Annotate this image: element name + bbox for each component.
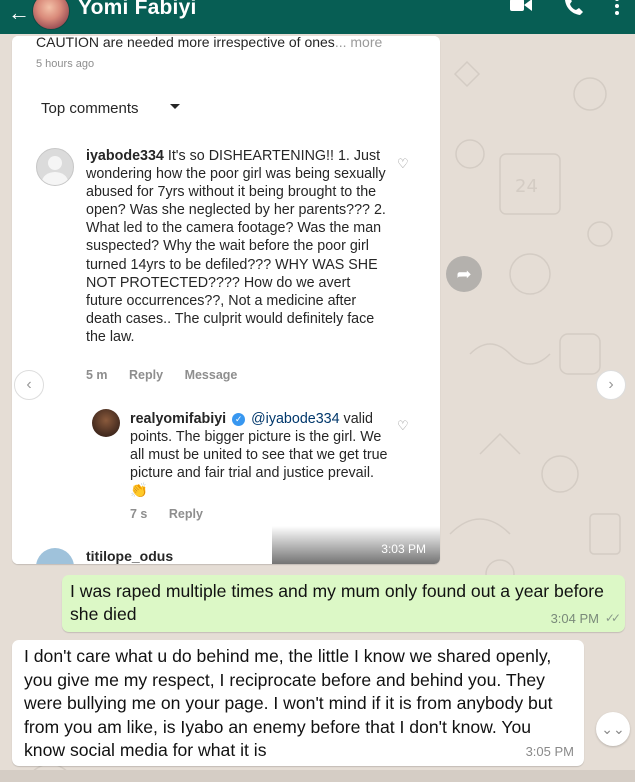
outgoing-message-time: 3:04 PM <box>550 611 599 626</box>
comment-time: 5 m <box>86 368 108 382</box>
reply-reply-link: Reply <box>168 507 203 521</box>
instagram-screenshot: CAUTION are needed more irrespective of … <box>16 36 436 564</box>
phone-icon[interactable] <box>564 0 584 21</box>
reply-text: realyomifabiyi ✓ @iyabode334 valid point… <box>130 411 388 500</box>
verified-badge-icon: ✓ <box>232 413 246 426</box>
heart-icon: ♡ <box>397 418 409 433</box>
contact-name[interactable]: Yomi Fabiyi <box>78 0 197 20</box>
commenter-avatar <box>36 148 74 186</box>
chevron-right-icon[interactable]: › <box>596 370 626 400</box>
outgoing-message-text: I was raped multiple times and my mum on… <box>70 581 604 624</box>
image-message-time: 3:03 PM <box>381 542 426 556</box>
incoming-message-text: I don't care what u do behind me, the li… <box>24 646 553 760</box>
comment-text: iyabode334 It's so DISHEARTENING!! 1. Ju… <box>86 148 386 345</box>
comment-meta: 5 m Reply Message <box>86 368 255 382</box>
reply-avatar <box>92 409 120 437</box>
forward-icon[interactable]: ➦ <box>446 256 482 292</box>
top-comments-label: Top comments <box>41 100 139 117</box>
comment-reply-link: Reply <box>129 368 164 382</box>
next-commenter-avatar <box>36 548 74 564</box>
bottom-bar <box>0 770 635 782</box>
video-call-icon[interactable] <box>510 0 532 19</box>
svg-text:24: 24 <box>515 176 538 197</box>
reply-time: 7 s <box>130 507 148 521</box>
chevron-down-icon <box>170 104 180 109</box>
image-message[interactable]: CAUTION are needed more irrespective of … <box>12 36 440 564</box>
heart-icon: ♡ <box>397 156 409 171</box>
chevron-left-icon[interactable]: ‹ <box>14 370 44 400</box>
scroll-down-icon[interactable]: ⌄⌄ <box>596 712 630 746</box>
double-check-icon: ✓✓ <box>604 611 621 625</box>
comment-message-link: Message <box>184 368 238 382</box>
outgoing-message[interactable]: I was raped multiple times and my mum on… <box>62 575 625 632</box>
arrow-left-icon[interactable]: ← <box>8 2 30 24</box>
next-commenter-name: titilope_odus <box>86 548 174 564</box>
incoming-message[interactable]: I don't care what u do behind me, the li… <box>12 640 584 766</box>
chat-header: ← Yomi Fabiyi <box>0 0 635 34</box>
post-time: 5 hours ago <box>36 58 95 70</box>
reply-meta: 7 s Reply <box>130 507 221 521</box>
more-vert-icon[interactable] <box>614 0 620 21</box>
caption-text: CAUTION are needed more irrespective of … <box>36 36 383 50</box>
incoming-message-time: 3:05 PM <box>525 744 574 759</box>
contact-avatar[interactable] <box>32 0 70 30</box>
